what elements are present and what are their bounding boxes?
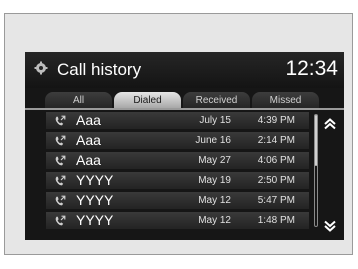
call-date: May 12	[198, 215, 231, 226]
call-time: 5:47 PM	[257, 195, 295, 206]
settings-icon[interactable]	[34, 61, 48, 75]
scrollbar-thumb[interactable]	[315, 115, 317, 166]
call-date: May 12	[198, 195, 231, 206]
call-date: July 15	[199, 115, 231, 126]
call-time: 2:14 PM	[257, 135, 295, 146]
scroll-up-icon[interactable]	[323, 118, 337, 130]
call-time: 4:06 PM	[257, 155, 295, 166]
caller-name: YYYY	[76, 172, 114, 188]
dialed-call-icon	[55, 215, 66, 226]
caller-name: YYYY	[76, 192, 114, 208]
call-history-screen: Call history 12:34 All Dialed Received M…	[25, 52, 344, 240]
dialed-call-icon	[55, 175, 66, 186]
dialed-call-icon	[55, 115, 66, 126]
clock: 12:34	[285, 57, 338, 80]
call-time: 2:50 PM	[257, 175, 295, 186]
tab-missed[interactable]: Missed	[252, 92, 319, 108]
tab-received[interactable]: Received	[183, 92, 250, 108]
tab-dialed[interactable]: Dialed	[114, 92, 181, 108]
call-date: May 19	[198, 175, 231, 186]
page-title: Call history	[57, 60, 142, 79]
call-row[interactable]: Aaa July 15 4:39 PM	[46, 112, 309, 129]
call-row[interactable]: Aaa June 16 2:14 PM	[46, 132, 309, 149]
call-row[interactable]: YYYY May 12 1:48 PM	[46, 212, 309, 229]
display-frame: Call history 12:34 All Dialed Received M…	[4, 13, 353, 255]
call-row[interactable]: Aaa May 27 4:06 PM	[46, 152, 309, 169]
caller-name: Aaa	[76, 152, 101, 168]
call-time: 1:48 PM	[257, 215, 295, 226]
call-time: 4:39 PM	[257, 115, 295, 126]
dialed-call-icon	[55, 135, 66, 146]
caller-name: Aaa	[76, 112, 101, 128]
dialed-call-icon	[55, 155, 66, 166]
scroll-down-icon[interactable]	[323, 220, 337, 232]
call-list: Aaa July 15 4:39 PM Aaa June 16 2:14 PM …	[46, 112, 309, 232]
scrollbar[interactable]	[314, 114, 318, 227]
header-bar: Call history 12:34	[25, 52, 344, 88]
tab-divider	[25, 108, 344, 110]
caller-name: YYYY	[76, 212, 114, 228]
tab-bar: All Dialed Received Missed	[45, 92, 320, 108]
call-row[interactable]: YYYY May 19 2:50 PM	[46, 172, 309, 189]
call-row[interactable]: YYYY May 12 5:47 PM	[46, 192, 309, 209]
dialed-call-icon	[55, 195, 66, 206]
call-date: May 27	[198, 155, 231, 166]
caller-name: Aaa	[76, 132, 101, 148]
tab-all[interactable]: All	[45, 92, 112, 108]
call-date: June 16	[195, 135, 231, 146]
